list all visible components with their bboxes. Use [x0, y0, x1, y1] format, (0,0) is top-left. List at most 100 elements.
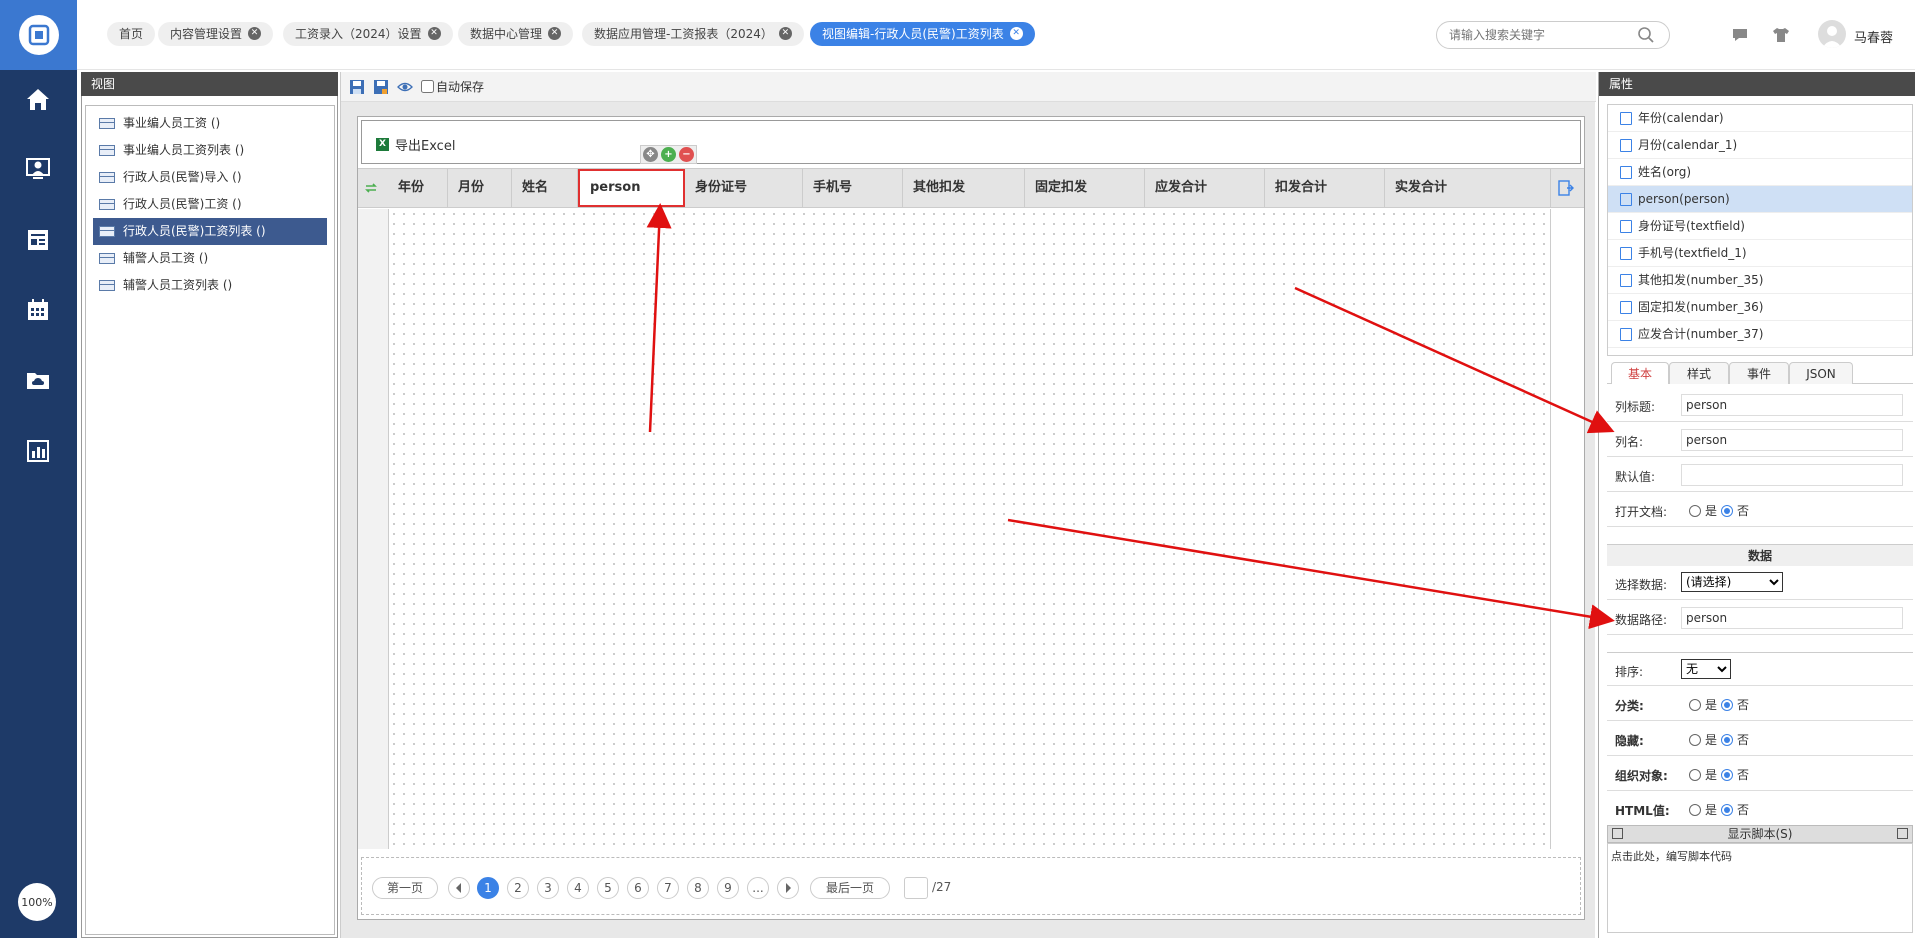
first-page-button[interactable]: 第一页 — [372, 877, 438, 899]
close-icon[interactable]: ✕ — [548, 27, 562, 40]
column-header[interactable]: 固定扣发 — [1025, 169, 1145, 207]
column-header[interactable]: 姓名 — [512, 169, 578, 207]
radio-no[interactable] — [1721, 803, 1734, 816]
page-number[interactable]: 4 — [567, 877, 589, 899]
maximize-icon[interactable] — [1897, 828, 1908, 839]
add-icon[interactable]: + — [661, 147, 676, 162]
autosave-checkbox[interactable] — [421, 80, 434, 93]
last-page-button[interactable]: 最后一页 — [810, 877, 890, 899]
category-radio[interactable]: 是否 — [1689, 696, 1749, 713]
default-value-input[interactable] — [1681, 464, 1903, 486]
tree-item[interactable]: 事业编人员工资 () — [93, 110, 327, 137]
message-icon[interactable] — [1731, 26, 1749, 44]
tab-data-center[interactable]: 数据中心管理 ✕ — [458, 22, 574, 46]
close-icon[interactable]: ✕ — [427, 27, 441, 40]
field-item[interactable]: 姓名(org) — [1608, 159, 1912, 186]
zoom-indicator[interactable]: 100% — [18, 883, 56, 921]
field-item-selected[interactable]: person(person) — [1608, 186, 1912, 213]
script-editor[interactable]: 点击此处，编写脚本代码 — [1607, 843, 1913, 933]
prev-page-icon[interactable] — [448, 877, 470, 899]
select-data-dropdown[interactable]: (请选择) — [1681, 572, 1783, 592]
column-header[interactable]: 应发合计 — [1145, 169, 1265, 207]
field-item[interactable]: 其他扣发(number_35) — [1608, 267, 1912, 294]
page-ellipsis[interactable]: ... — [747, 877, 769, 899]
radio-no[interactable] — [1721, 768, 1734, 781]
cloud-folder-icon[interactable] — [23, 365, 53, 395]
page-number[interactable]: 1 — [477, 877, 499, 899]
tab-style[interactable]: 样式 — [1669, 362, 1729, 384]
shirt-icon[interactable] — [1772, 26, 1790, 44]
column-header[interactable]: 实发合计 — [1385, 169, 1551, 207]
add-column-icon[interactable] — [1558, 180, 1574, 196]
save-icon[interactable] — [349, 79, 365, 95]
tab-view-edit[interactable]: 视图编辑-行政人员(民警)工资列表 ✕ — [810, 22, 1035, 46]
hidden-radio[interactable]: 是否 — [1689, 731, 1749, 748]
radio-no[interactable] — [1721, 733, 1734, 746]
page-number[interactable]: 2 — [507, 877, 529, 899]
radio-yes[interactable] — [1689, 733, 1701, 746]
page-jump-input[interactable] — [904, 877, 928, 899]
calendar-icon[interactable] — [23, 295, 53, 325]
page-number[interactable]: 6 — [627, 877, 649, 899]
field-item[interactable]: 月份(calendar_1) — [1608, 132, 1912, 159]
tab-content-settings[interactable]: 内容管理设置 ✕ — [158, 22, 274, 46]
script-header[interactable]: 显示脚本(S) — [1607, 825, 1913, 843]
tree-item[interactable]: 行政人员(民警)导入 () — [93, 164, 327, 191]
html-value-radio[interactable]: 是否 — [1689, 801, 1749, 818]
close-icon[interactable]: ✕ — [248, 27, 262, 40]
column-header[interactable]: 扣发合计 — [1265, 169, 1385, 207]
tab-events[interactable]: 事件 — [1729, 362, 1789, 384]
page-number[interactable]: 8 — [687, 877, 709, 899]
autosave-toggle[interactable]: 自动保存 — [421, 78, 484, 95]
tab-basic[interactable]: 基本 — [1611, 362, 1669, 384]
chart-icon[interactable] — [23, 436, 53, 466]
field-item[interactable]: 应发合计(number_37) — [1608, 321, 1912, 348]
column-header-selected[interactable]: person — [578, 169, 685, 207]
data-path-input[interactable] — [1681, 607, 1903, 629]
close-icon[interactable]: ✕ — [778, 27, 792, 40]
remove-icon[interactable]: − — [679, 147, 694, 162]
move-icon[interactable]: ✥ — [643, 147, 658, 162]
next-page-icon[interactable] — [777, 877, 799, 899]
search-icon[interactable] — [1637, 26, 1655, 44]
column-header[interactable]: 手机号 — [803, 169, 903, 207]
page-number[interactable]: 7 — [657, 877, 679, 899]
radio-no[interactable] — [1721, 504, 1734, 517]
page-number[interactable]: 3 — [537, 877, 559, 899]
user-name[interactable]: 马春蓉 — [1854, 27, 1893, 46]
tab-data-app[interactable]: 数据应用管理-工资报表（2024） ✕ — [582, 22, 804, 46]
radio-yes[interactable] — [1689, 698, 1701, 711]
column-header[interactable]: 身份证号 — [685, 169, 803, 207]
field-item[interactable]: 身份证号(textfield) — [1608, 213, 1912, 240]
radio-no[interactable] — [1721, 698, 1734, 711]
expand-icon[interactable] — [1612, 828, 1623, 839]
save-as-icon[interactable] — [373, 79, 389, 95]
sort-dropdown[interactable]: 无 — [1681, 659, 1731, 679]
column-header[interactable]: 年份 — [388, 169, 448, 207]
radio-yes[interactable] — [1689, 768, 1701, 781]
home-icon[interactable] — [23, 84, 53, 114]
logo[interactable] — [0, 0, 77, 70]
org-object-radio[interactable]: 是否 — [1689, 766, 1749, 783]
tree-item[interactable]: 行政人员(民警)工资 () — [93, 191, 327, 218]
radio-yes[interactable] — [1689, 504, 1701, 517]
user-screen-icon[interactable] — [23, 154, 53, 184]
field-item[interactable]: 固定扣发(number_36) — [1608, 294, 1912, 321]
search-input[interactable] — [1436, 21, 1670, 49]
column-header[interactable]: 月份 — [448, 169, 512, 207]
tree-item[interactable]: 事业编人员工资列表 () — [93, 137, 327, 164]
tree-item[interactable]: 辅警人员工资列表 () — [93, 272, 327, 299]
preview-icon[interactable] — [397, 79, 413, 95]
tab-salary-entry[interactable]: 工资录入（2024）设置 ✕ — [283, 22, 453, 46]
tab-home[interactable]: 首页 — [107, 22, 156, 46]
avatar[interactable] — [1818, 20, 1846, 48]
column-title-input[interactable] — [1681, 394, 1903, 416]
refresh-icon[interactable] — [364, 181, 378, 195]
column-header[interactable]: 其他扣发 — [903, 169, 1025, 207]
open-doc-radio[interactable]: 是否 — [1689, 502, 1749, 519]
field-item[interactable]: 年份(calendar) — [1608, 105, 1912, 132]
tab-json[interactable]: JSON — [1789, 362, 1853, 384]
tree-item[interactable]: 辅警人员工资 () — [93, 245, 327, 272]
column-name-input[interactable] — [1681, 429, 1903, 451]
export-excel-button[interactable]: X 导出Excel — [376, 135, 455, 154]
